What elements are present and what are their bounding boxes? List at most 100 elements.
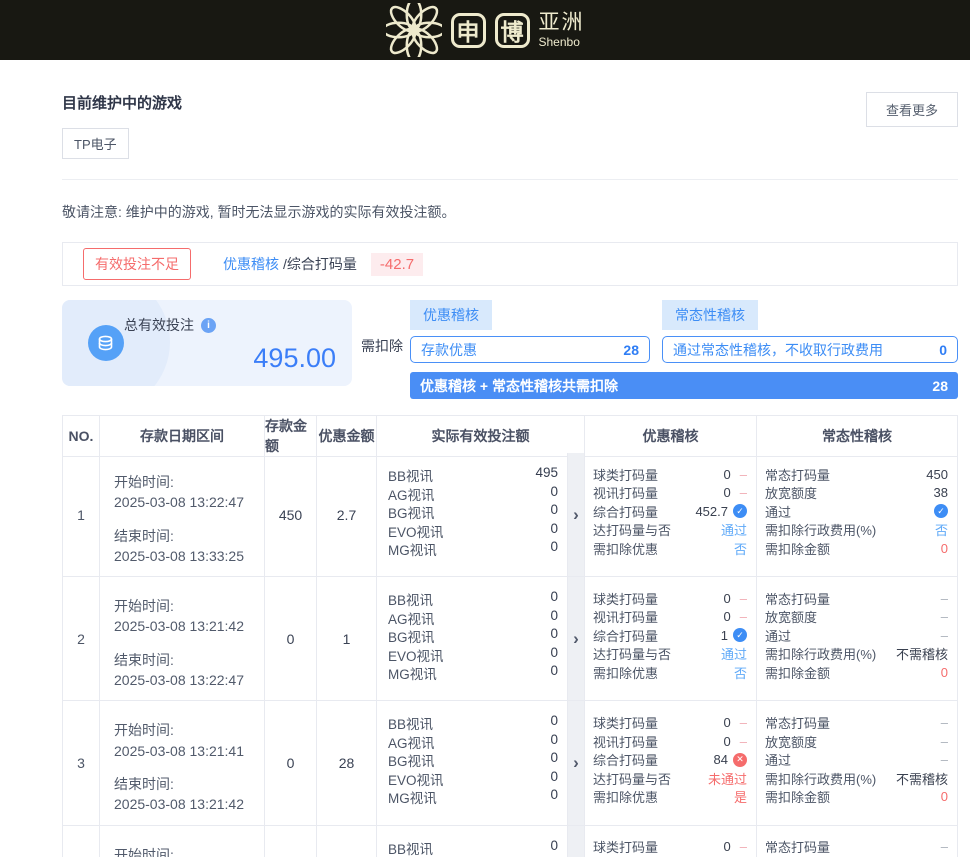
chevron-right-icon: › — [573, 754, 579, 771]
row-expander[interactable]: › — [568, 826, 585, 857]
pass-value: 否 — [734, 663, 747, 682]
bonus-amount: 3.25 — [317, 826, 377, 857]
dash-mark: – — [941, 734, 948, 749]
stat-number: 0 — [724, 591, 731, 606]
view-more-button[interactable]: 查看更多 — [866, 92, 958, 127]
tab-promo-audit[interactable]: 优惠稽核 — [410, 300, 492, 330]
stat-line: 需扣除优惠否 — [593, 539, 747, 558]
stat-value: – — [941, 715, 948, 730]
stat-line: 常态打码量– — [765, 589, 948, 608]
audit-status-bar: 有效投注不足 优惠稽核 /综合打码量 -42.7 — [62, 242, 958, 286]
dash-mark: – — [740, 734, 747, 749]
stat-line: 通过✓ — [765, 502, 948, 521]
dash-mark: – — [941, 715, 948, 730]
coins-icon — [88, 325, 124, 361]
dash-mark: – — [941, 839, 948, 854]
table-row: 2开始时间:2025-03-08 13:21:42结束时间:2025-03-08… — [62, 577, 958, 701]
stat-label: 常态打码量 — [765, 837, 830, 856]
dash-mark: – — [740, 591, 747, 606]
stat-label: 需扣除优惠 — [593, 663, 658, 682]
bet-line: AG视讯0 — [388, 484, 558, 503]
promo-deduction-label: 存款优惠 — [421, 340, 477, 360]
stat-line: 综合打码量452.7✓ — [593, 502, 747, 521]
row-expander[interactable]: › — [568, 453, 585, 577]
stat-value: 未通过 — [708, 769, 747, 788]
bet-amount: 0 — [550, 787, 558, 806]
row-expander[interactable]: › — [568, 701, 585, 825]
col-header-date-range: 存款日期区间 — [100, 416, 265, 457]
stat-value: – — [941, 609, 948, 624]
flower-logo-icon — [386, 3, 442, 57]
stat-label: 球类打码量 — [593, 837, 658, 856]
deposit-date-range: 开始时间:2025-03-08 02:05:16结束时间:2025-03-08 … — [100, 826, 265, 857]
col-header-bonus: 优惠金额 — [317, 416, 377, 457]
bet-provider-label: BB视讯 — [388, 713, 433, 732]
stat-number: 0 — [724, 839, 731, 854]
stat-value: 0– — [724, 734, 747, 749]
maintenance-game-tag: TP电子 — [62, 128, 129, 159]
stat-label: 放宽额度 — [765, 607, 817, 626]
stat-line: 需扣除金额0 — [765, 663, 948, 682]
stat-value: 452.7✓ — [695, 504, 747, 519]
stat-value: 不需稽核 — [896, 769, 948, 788]
bet-provider-label: MG视讯 — [388, 787, 437, 806]
bet-amount: 0 — [550, 502, 558, 521]
stat-value: 0– — [724, 485, 747, 500]
stat-line: 放宽额度 – — [765, 732, 948, 751]
stat-number: 450 — [926, 467, 948, 482]
bet-provider-label: EVO视讯 — [388, 521, 444, 540]
stat-label: 球类打码量 — [593, 465, 658, 484]
tab-normal-audit[interactable]: 常态性稽核 — [662, 300, 758, 330]
bet-provider-label: MG视讯 — [388, 663, 437, 682]
bet-amount: 0 — [550, 769, 558, 788]
maintenance-panel: 目前维护中的游戏 查看更多 TP电子 — [62, 74, 958, 180]
normal-deduction-label: 通过常态性稽核，不收取行政费用 — [673, 340, 883, 360]
info-icon[interactable]: i — [201, 318, 216, 333]
stat-line: 视讯打码量0– — [593, 608, 747, 627]
bet-amount: 0 — [550, 750, 558, 769]
col-header-normal-audit: 常态性稽核 — [757, 416, 958, 457]
stat-label: 需扣除行政费用(%) — [765, 520, 876, 539]
stat-number: 452.7 — [695, 504, 728, 519]
stat-line: 需扣除行政费用(%)不需稽核 — [765, 769, 948, 788]
pass-value: 通过 — [721, 644, 747, 663]
normal-deduction-value: 0 — [939, 342, 947, 358]
promo-audit-link[interactable]: 优惠稽核 — [223, 254, 279, 274]
bet-line: BB视讯0 — [388, 589, 558, 608]
stat-label: 常态打码量 — [765, 465, 830, 484]
stat-label: 放宽额度 — [765, 732, 817, 751]
row-expander[interactable]: › — [568, 577, 585, 701]
stat-line: 球类打码量0– — [593, 589, 747, 608]
normal-audit-cell: 常态打码量–放宽额度–通过–需扣除行政费用(%)不需稽核需扣除金额0 — [757, 577, 958, 701]
row-number: 1 — [62, 453, 100, 577]
stat-line: 需扣除优惠 否 — [593, 663, 747, 682]
bet-amount: 0 — [550, 732, 558, 751]
stat-line: 常态打码量 – — [765, 838, 948, 857]
stat-line: 需扣除优惠是 — [593, 787, 747, 806]
total-valid-bet-card: 总有效投注 i 495.00 — [62, 300, 352, 386]
stat-label: 达打码量与否 — [593, 520, 671, 539]
total-deduction-label: 优惠稽核 + 常态性稽核共需扣除 — [420, 376, 618, 396]
bet-amount: 0 — [550, 521, 558, 540]
total-deduction-bar: 优惠稽核 + 常态性稽核共需扣除 28 — [410, 372, 958, 399]
row-number: 3 — [62, 701, 100, 825]
bet-amount: 495 — [535, 465, 558, 484]
stat-line: 综合打码量84✕ — [593, 750, 747, 769]
chevron-right-icon: › — [573, 630, 579, 647]
stat-label: 球类打码量 — [593, 713, 658, 732]
chevron-right-icon: › — [573, 506, 579, 523]
site-header: 申 博 亚洲 Shenbo — [0, 0, 970, 60]
stat-label: 通过 — [765, 502, 791, 521]
logo-wordmark: 亚洲 Shenbo — [539, 12, 585, 48]
deposit-date-range: 开始时间:2025-03-08 13:21:42结束时间:2025-03-08 … — [100, 577, 265, 701]
bonus-amount: 28 — [317, 701, 377, 825]
bet-amount: 0 — [550, 608, 558, 627]
stat-line: 球类打码量0– — [593, 838, 747, 857]
actual-bets-cell: BB视讯0AG视讯0BG视讯0EVO视讯0MG视讯0 — [377, 701, 568, 825]
normal-audit-cell: 常态打码量–放宽额度–通过–需扣除行政费用(%)不需稽核需扣除金额0 — [757, 826, 958, 857]
bet-line: BB视讯0 — [388, 713, 558, 732]
stat-value: 0– — [724, 591, 747, 606]
normal-audit-cell: 常态打码量–放宽额度–通过–需扣除行政费用(%)不需稽核需扣除金额0 — [757, 701, 958, 825]
stat-number: 0 — [724, 609, 731, 624]
dash-mark: – — [941, 591, 948, 606]
